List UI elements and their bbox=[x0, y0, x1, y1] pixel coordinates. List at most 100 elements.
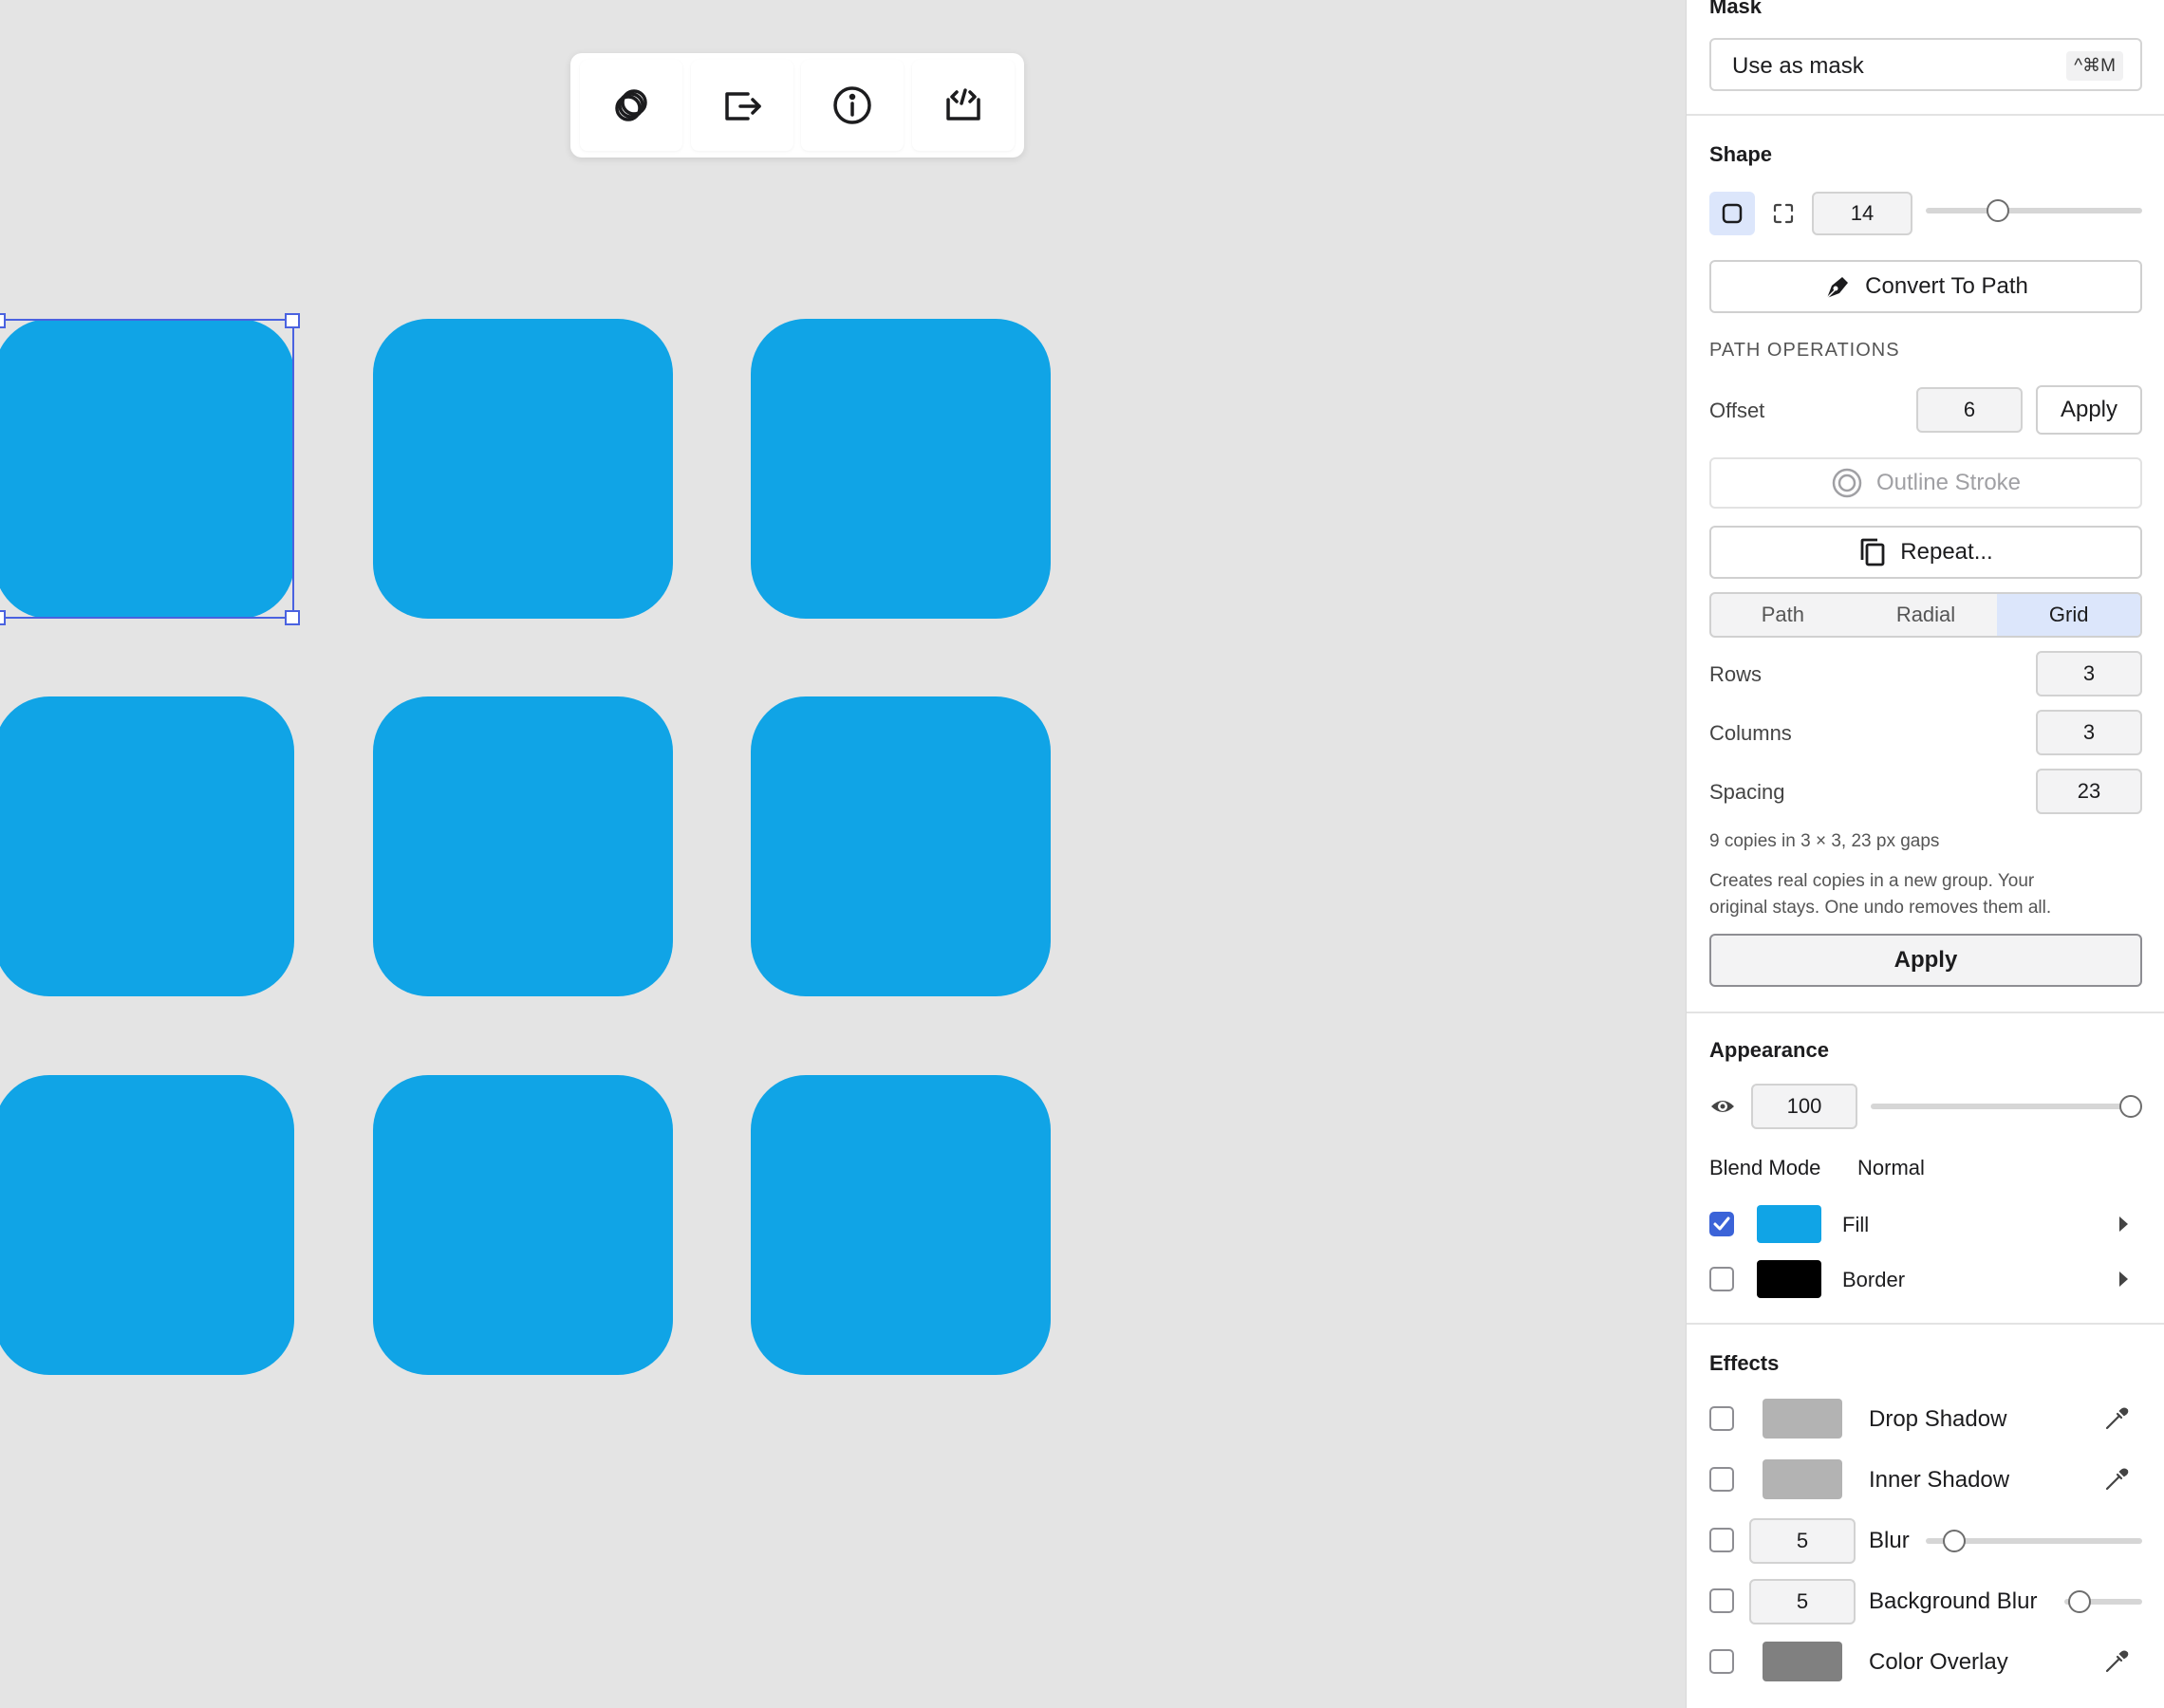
inner-shadow-checkbox[interactable] bbox=[1709, 1467, 1734, 1492]
color-overlay-checkbox[interactable] bbox=[1709, 1649, 1734, 1674]
individual-corners-toggle[interactable] bbox=[1763, 192, 1804, 235]
divider bbox=[1687, 114, 2164, 116]
grid-tile-8[interactable] bbox=[373, 1075, 673, 1375]
use-as-mask-label: Use as mask bbox=[1732, 53, 1864, 79]
selection-box bbox=[0, 319, 294, 619]
background-blur-label: Background Blur bbox=[1869, 1588, 2038, 1614]
tab-radial[interactable]: Radial bbox=[1855, 594, 1998, 636]
fill-color-swatch[interactable] bbox=[1757, 1205, 1821, 1243]
opacity-slider[interactable] bbox=[1871, 1104, 2142, 1109]
outline-stroke-icon bbox=[1832, 468, 1862, 498]
blur-input[interactable]: 5 bbox=[1749, 1518, 1856, 1564]
rows-label: Rows bbox=[1709, 662, 1763, 686]
fill-checkbox[interactable] bbox=[1709, 1212, 1734, 1236]
grid-tile-4[interactable] bbox=[0, 696, 294, 996]
resize-handle-top-left[interactable] bbox=[0, 313, 6, 328]
background-blur-slider-knob[interactable] bbox=[2068, 1590, 2091, 1613]
grid-tile-2[interactable] bbox=[373, 319, 673, 619]
code-icon bbox=[946, 88, 980, 121]
tab-path[interactable]: Path bbox=[1711, 594, 1855, 636]
offset-input[interactable]: 6 bbox=[1916, 387, 2023, 433]
columns-label: Columns bbox=[1709, 721, 1792, 745]
corner-radius-slider-knob[interactable] bbox=[1987, 199, 2009, 222]
convert-to-path-label: Convert To Path bbox=[1865, 273, 2028, 299]
repeat-label: Repeat... bbox=[1900, 539, 1993, 565]
spacing-input[interactable]: 23 bbox=[2036, 769, 2142, 814]
code-button[interactable] bbox=[912, 60, 1015, 151]
border-color-swatch[interactable] bbox=[1757, 1260, 1821, 1298]
resize-handle-bottom-left[interactable] bbox=[0, 610, 6, 625]
inner-shadow-color-swatch[interactable] bbox=[1763, 1459, 1842, 1499]
offset-label: Offset bbox=[1709, 399, 1765, 422]
offset-apply-button[interactable]: Apply bbox=[2036, 385, 2142, 435]
border-expand-chevron-icon[interactable] bbox=[2119, 1272, 2128, 1287]
resize-handle-bottom-right[interactable] bbox=[285, 610, 300, 625]
opacity-slider-knob[interactable] bbox=[2119, 1095, 2142, 1118]
corner-radius-input[interactable]: 14 bbox=[1812, 192, 1912, 235]
blur-slider-knob[interactable] bbox=[1943, 1530, 1966, 1552]
floating-toolbar bbox=[570, 53, 1024, 158]
divider bbox=[1687, 1323, 2164, 1325]
spacing-label: Spacing bbox=[1709, 780, 1785, 804]
drop-shadow-color-swatch[interactable] bbox=[1763, 1399, 1842, 1439]
eyedropper-icon[interactable] bbox=[2104, 1465, 2131, 1492]
checkmark-icon bbox=[1713, 1216, 1730, 1231]
info-button[interactable] bbox=[801, 60, 904, 151]
divider bbox=[1687, 1012, 2164, 1013]
repeat-apply-button[interactable]: Apply bbox=[1709, 934, 2142, 987]
border-label: Border bbox=[1842, 1268, 1906, 1291]
repeat-description-line-2: original stays. One undo removes them al… bbox=[1709, 898, 2052, 918]
path-operations-heading: PATH OPERATIONS bbox=[1709, 340, 1900, 361]
blur-checkbox[interactable] bbox=[1709, 1528, 1734, 1552]
rows-input[interactable]: 3 bbox=[2036, 651, 2142, 696]
pen-tool-icon bbox=[1826, 277, 1849, 299]
repeat-button[interactable]: Repeat... bbox=[1709, 526, 2142, 579]
convert-to-path-button[interactable]: Convert To Path bbox=[1709, 260, 2142, 313]
repeat-description-line-1: Creates real copies in a new group. Your bbox=[1709, 871, 2035, 891]
info-icon bbox=[833, 86, 872, 124]
blend-mode-select[interactable]: Normal bbox=[1857, 1156, 1925, 1180]
canvas[interactable] bbox=[0, 0, 1686, 1708]
appearance-section-title: Appearance bbox=[1709, 1038, 1829, 1062]
inspector-panel: Mask Use as mask ^⌘M Shape 14 Convert To… bbox=[1686, 0, 2164, 1708]
eyedropper-icon[interactable] bbox=[2104, 1404, 2131, 1431]
fill-expand-chevron-icon[interactable] bbox=[2119, 1216, 2128, 1232]
opacity-input[interactable]: 100 bbox=[1751, 1084, 1857, 1129]
effects-section-title: Effects bbox=[1709, 1351, 1780, 1375]
outline-stroke-button[interactable]: Outline Stroke bbox=[1709, 457, 2142, 509]
drop-shadow-checkbox[interactable] bbox=[1709, 1406, 1734, 1431]
rounded-corner-toggle[interactable] bbox=[1709, 192, 1755, 235]
background-blur-input[interactable]: 5 bbox=[1749, 1579, 1856, 1624]
copy-icon bbox=[1860, 538, 1885, 566]
export-button[interactable] bbox=[691, 60, 793, 151]
drop-shadow-label: Drop Shadow bbox=[1869, 1406, 2007, 1432]
mask-section-title: Mask bbox=[1709, 0, 1763, 18]
grid-tile-6[interactable] bbox=[751, 696, 1051, 996]
corners-icon bbox=[1773, 203, 1794, 224]
inner-shadow-label: Inner Shadow bbox=[1869, 1467, 2010, 1493]
border-checkbox[interactable] bbox=[1709, 1267, 1734, 1291]
columns-input[interactable]: 3 bbox=[2036, 710, 2142, 755]
corner-radius-slider[interactable] bbox=[1926, 208, 2142, 214]
blur-label: Blur bbox=[1869, 1528, 1910, 1553]
grid-tile-5[interactable] bbox=[373, 696, 673, 996]
outline-stroke-label: Outline Stroke bbox=[1875, 470, 2022, 495]
grid-tile-9[interactable] bbox=[751, 1075, 1051, 1375]
shape-section-title: Shape bbox=[1709, 142, 1773, 166]
use-as-mask-button[interactable]: Use as mask ^⌘M bbox=[1709, 38, 2142, 91]
fill-label: Fill bbox=[1842, 1213, 1870, 1236]
grid-tile-7[interactable] bbox=[0, 1075, 294, 1375]
offset-apply-label: Apply bbox=[2060, 397, 2118, 422]
eyedropper-icon[interactable] bbox=[2104, 1647, 2131, 1674]
mask-shortcut-badge: ^⌘M bbox=[2066, 51, 2123, 81]
background-blur-checkbox[interactable] bbox=[1709, 1588, 1734, 1613]
color-overlay-swatch[interactable] bbox=[1763, 1642, 1842, 1681]
resize-handle-top-right[interactable] bbox=[285, 313, 300, 328]
grid-tile-3[interactable] bbox=[751, 319, 1051, 619]
repeat-apply-label: Apply bbox=[1894, 947, 1958, 973]
eye-icon bbox=[1711, 1101, 1734, 1112]
repeat-mode-tabs: Path Radial Grid bbox=[1709, 592, 2142, 638]
tab-grid[interactable]: Grid bbox=[1997, 594, 2140, 636]
overlap-rings-icon bbox=[615, 89, 647, 121]
boolean-ops-button[interactable] bbox=[580, 60, 682, 151]
